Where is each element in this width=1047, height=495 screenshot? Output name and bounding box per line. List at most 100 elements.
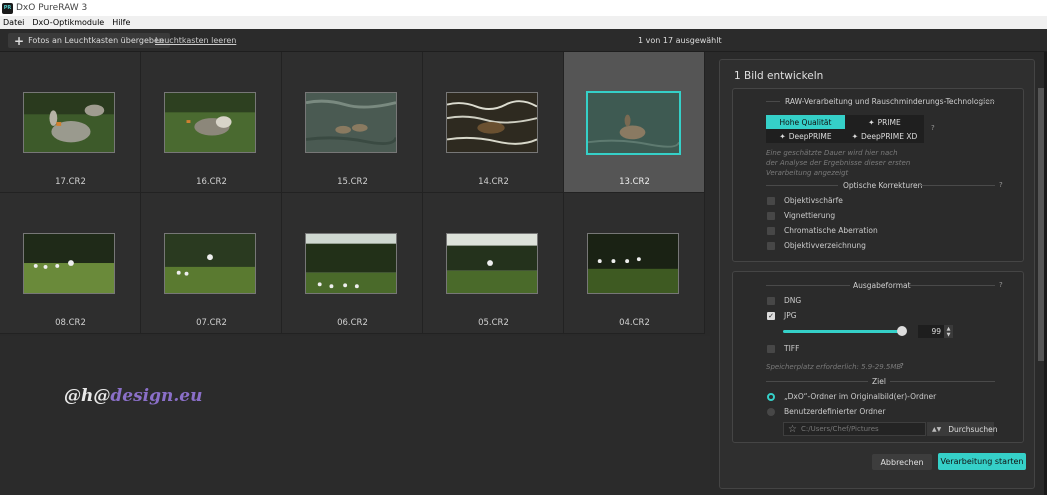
checkbox[interactable]	[767, 226, 775, 235]
optical-option-row[interactable]: Chromatische Aberration	[767, 226, 878, 235]
target-option-label: Benutzerdefinierter Ordner	[784, 407, 886, 416]
option-label: Objektivverzeichnung	[784, 241, 866, 250]
checkbox[interactable]	[767, 296, 775, 305]
clear-lightbox-link[interactable]: Leuchtkasten leeren	[155, 36, 236, 45]
thumbnail-cell[interactable]: 15.CR2	[282, 52, 423, 193]
radio-selected[interactable]	[767, 392, 775, 401]
photo-thumbnail	[446, 233, 538, 294]
cancel-button[interactable]: Abbrechen	[872, 454, 932, 470]
option-label: Chromatische Aberration	[784, 226, 878, 235]
target-section-heading: Ziel	[872, 377, 886, 386]
divider	[909, 285, 995, 286]
menu-optikmodule[interactable]: DxO-Optikmodule	[32, 18, 104, 27]
space-required: Speicherplatz erforderlich: 5.9-29.5MB	[766, 363, 902, 371]
checkbox-checked[interactable]: ✓	[767, 311, 775, 320]
watermark-part2: design.eu	[110, 386, 203, 406]
option-label: Vignettierung	[784, 211, 836, 220]
thumbnail-label: 06.CR2	[337, 318, 368, 328]
target-option-label: „DxO“-Ordner im Originalbild(er)-Ordner	[784, 392, 937, 401]
photo-thumbnail	[164, 92, 256, 153]
title-bar: PR DxO PureRAW 3	[0, 0, 1047, 16]
window-title: DxO PureRAW 3	[16, 3, 88, 13]
divider	[977, 101, 995, 102]
target-option-row[interactable]: Benutzerdefinierter Ordner	[767, 407, 885, 416]
thumbnail-cell-selected[interactable]: 13.CR2	[564, 52, 705, 193]
browse-button[interactable]: ▲▼ Durchsuchen	[927, 422, 998, 436]
thumbnail-label: 14.CR2	[478, 177, 509, 187]
folder-path-input[interactable]: ☆ C:/Users/Chef/Pictures	[783, 422, 926, 436]
format-jpg-row[interactable]: ✓ JPG	[767, 311, 797, 320]
help-icon[interactable]: ?	[999, 181, 1003, 189]
divider	[766, 185, 838, 186]
browse-label: Durchsuchen	[948, 424, 998, 434]
menu-hilfe[interactable]: Hilfe	[112, 18, 130, 27]
menu-datei[interactable]: Datei	[3, 18, 24, 27]
photo-thumbnail	[23, 92, 115, 153]
thumbnail-cell[interactable]: 05.CR2	[423, 193, 564, 334]
checkbox[interactable]	[767, 344, 775, 353]
thumbnail-cell[interactable]: 16.CR2	[141, 52, 282, 193]
photo-thumbnail	[586, 91, 681, 155]
option-label: Objektivschärfe	[784, 196, 843, 205]
thumbnail-label: 15.CR2	[337, 177, 368, 187]
divider	[766, 381, 868, 382]
lightbox-grid: 17.CR2 16.CR2 15.CR2 14.CR2 13.CR2 08.CR…	[0, 52, 710, 336]
thumbnail-cell[interactable]: 17.CR2	[0, 52, 141, 193]
mode-deepprime[interactable]: ✦ DeepPRIME	[766, 129, 845, 143]
quality-slider-track[interactable]	[783, 330, 903, 333]
thumbnail-label: 05.CR2	[478, 318, 509, 328]
photo-thumbnail	[23, 233, 115, 294]
sparkle-icon: ✦	[868, 117, 875, 127]
format-dng-row[interactable]: DNG	[767, 296, 801, 305]
plus-icon: +	[14, 33, 25, 48]
mode-deepprime-xd[interactable]: ✦ DeepPRIME XD	[845, 129, 924, 143]
thumbnail-cell[interactable]: 08.CR2	[0, 193, 141, 334]
mode-prime-label: PRIME	[877, 117, 901, 127]
add-photos-label: Fotos an Leuchtkasten übergeben	[28, 36, 164, 45]
divider	[890, 381, 995, 382]
output-section-heading: Ausgabeformat	[853, 281, 911, 290]
quality-stepper[interactable]: ▲ ▼	[944, 325, 953, 338]
thumbnail-label: 13.CR2	[619, 177, 650, 187]
thumbnail-cell[interactable]: 06.CR2	[282, 193, 423, 334]
sparkle-icon: ✦	[779, 131, 786, 141]
empty-lightbox-area	[0, 336, 710, 495]
watermark-part1: @h@	[64, 386, 111, 406]
divider	[920, 185, 995, 186]
mode-deepprime-xd-label: DeepPRIME XD	[861, 131, 918, 141]
add-photos-button[interactable]: + Fotos an Leuchtkasten übergeben	[8, 33, 170, 48]
optical-option-row[interactable]: Objektivschärfe	[767, 196, 843, 205]
panel-title: 1 Bild entwickeln	[734, 70, 824, 82]
checkbox[interactable]	[767, 196, 775, 205]
start-processing-button[interactable]: Verarbeitung starten	[938, 453, 1026, 470]
checkbox[interactable]	[767, 241, 775, 250]
star-icon[interactable]: ☆	[788, 424, 797, 435]
thumbnail-cell[interactable]: 04.CR2	[564, 193, 705, 334]
help-icon[interactable]: ?	[999, 281, 1003, 289]
format-jpg-label: JPG	[784, 311, 797, 320]
thumbnail-cell[interactable]: 07.CR2	[141, 193, 282, 334]
help-icon[interactable]: ?	[931, 124, 935, 132]
target-option-row[interactable]: „DxO“-Ordner im Originalbild(er)-Ordner	[767, 392, 936, 401]
quality-input[interactable]: 99	[918, 325, 944, 338]
thumbnail-cell[interactable]: 14.CR2	[423, 52, 564, 193]
quality-slider-handle[interactable]	[897, 326, 907, 336]
format-tiff-row[interactable]: TIFF	[767, 344, 799, 353]
down-arrow-icon[interactable]: ▼	[947, 332, 951, 338]
radio[interactable]	[767, 407, 775, 416]
thumbnail-label: 04.CR2	[619, 318, 650, 328]
photo-thumbnail	[164, 233, 256, 294]
duration-hint: Eine geschätzte Dauer wird hier nach der…	[766, 149, 911, 177]
photo-thumbnail	[305, 92, 397, 153]
photo-thumbnail	[446, 92, 538, 153]
thumbnail-label: 17.CR2	[55, 177, 86, 187]
mode-prime[interactable]: ✦ PRIME	[845, 115, 924, 129]
optical-option-row[interactable]: Vignettierung	[767, 211, 835, 220]
help-icon[interactable]: ?	[900, 362, 904, 370]
optical-option-row[interactable]: Objektivverzeichnung	[767, 241, 866, 250]
raw-section-heading: RAW-Verarbeitung und Rauschminderungs-Te…	[785, 97, 995, 106]
photo-thumbnail	[587, 233, 679, 294]
divider	[766, 285, 850, 286]
checkbox[interactable]	[767, 211, 775, 220]
mode-hohe-qualitaet[interactable]: Hohe Qualität	[766, 115, 845, 129]
